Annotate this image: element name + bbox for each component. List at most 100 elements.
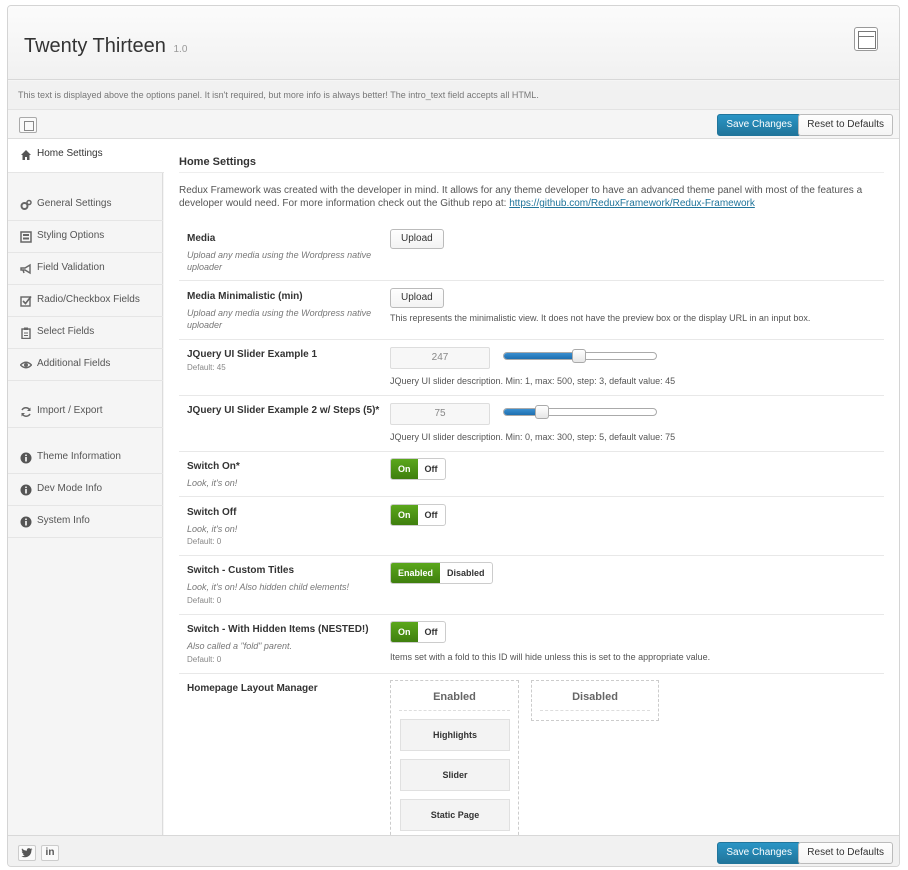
- panel-header: Twenty Thirteen 1.0: [8, 6, 899, 80]
- media-min-subtitle: Upload any media using the Wordpress nat…: [187, 308, 372, 330]
- slider2-description: JQuery UI slider description. Min: 0, ma…: [390, 432, 676, 442]
- expand-icon[interactable]: [19, 117, 37, 133]
- slider1-default: Default: 45: [187, 363, 226, 372]
- sidebar-item-dev-mode-info[interactable]: Dev Mode Info: [8, 474, 163, 506]
- sidebar-item-home-settings[interactable]: Home Settings: [8, 139, 164, 173]
- layout-disabled-column: Disabled: [531, 680, 659, 721]
- divider: [179, 172, 884, 173]
- sidebar-item-label: General Settings: [37, 198, 112, 209]
- switch-off-default: Default: 0: [187, 537, 222, 546]
- sidebar-item-label: Field Validation: [37, 262, 105, 273]
- twitter-icon[interactable]: [18, 845, 36, 861]
- section-title: Home Settings: [179, 156, 257, 168]
- switch-hidden-toggle[interactable]: On Off: [390, 621, 446, 643]
- switch-custom-subtitle: Look, it's on! Also hidden child element…: [187, 582, 349, 592]
- sidebar-item-label: Radio/Checkbox Fields: [37, 294, 140, 305]
- title-text: Twenty Thirteen: [24, 35, 166, 57]
- sidebar-item-label: Dev Mode Info: [37, 483, 103, 494]
- switch-off-option[interactable]: Off: [418, 505, 445, 525]
- info-icon: [20, 452, 32, 464]
- page-title: Twenty Thirteen 1.0: [24, 35, 187, 58]
- layout-icon[interactable]: [854, 27, 878, 51]
- sidebar-item-theme-information[interactable]: Theme Information: [8, 442, 163, 474]
- divider: [179, 280, 884, 281]
- info-icon: [20, 484, 32, 496]
- sidebar-item-general-settings[interactable]: General Settings: [8, 189, 163, 221]
- reset-button-bottom[interactable]: Reset to Defaults: [798, 842, 893, 864]
- slider2-label: JQuery UI Slider Example 2 w/ Steps (5)*: [187, 405, 380, 416]
- refresh-icon: [20, 406, 32, 418]
- divider: [179, 673, 884, 674]
- media-label: Media: [187, 233, 216, 244]
- sidebar-item-radio-checkbox-fields[interactable]: Radio/Checkbox Fields: [8, 285, 163, 317]
- switch-hidden-description: Items set with a fold to this ID will hi…: [390, 652, 711, 662]
- switch-hidden-label: Switch - With Hidden Items (NESTED!): [187, 624, 369, 635]
- layout-item-static-page[interactable]: Static Page: [400, 799, 510, 831]
- github-link[interactable]: https://github.com/ReduxFramework/Redux-…: [509, 198, 755, 209]
- linkedin-icon[interactable]: in: [41, 845, 59, 861]
- switch-off-option[interactable]: Off: [418, 622, 445, 642]
- switch-enabled-option[interactable]: Enabled: [391, 563, 441, 583]
- sidebar-item-label: Select Fields: [37, 326, 95, 337]
- enabled-column-title: Enabled: [399, 681, 510, 711]
- switch-off-label: Switch Off: [187, 507, 237, 518]
- switch-on-label: Switch On*: [187, 461, 240, 472]
- sidebar-item-styling-options[interactable]: Styling Options: [8, 221, 163, 253]
- sidebar: Home Settings General Settings Styling O…: [8, 139, 164, 835]
- panel-footer: in Save Changes Reset to Defaults: [8, 835, 899, 866]
- sidebar-item-system-info[interactable]: System Info: [8, 506, 163, 538]
- slider2-track[interactable]: [503, 405, 657, 419]
- switch-custom-toggle[interactable]: Enabled Disabled: [390, 562, 493, 584]
- sidebar-item-additional-fields[interactable]: Additional Fields: [8, 349, 163, 381]
- switch-on-option[interactable]: On: [391, 459, 418, 479]
- save-button-top[interactable]: Save Changes: [717, 114, 801, 136]
- slider1-input[interactable]: 247: [390, 347, 490, 369]
- divider: [179, 496, 884, 497]
- slider1-track[interactable]: [503, 349, 657, 363]
- sidebar-item-label: Styling Options: [37, 230, 105, 241]
- reset-button-top[interactable]: Reset to Defaults: [798, 114, 893, 136]
- top-toolbar: Save Changes Reset to Defaults: [8, 111, 899, 139]
- divider: [179, 555, 884, 556]
- switch-on-toggle[interactable]: On Off: [390, 458, 446, 480]
- sidebar-item-import-export[interactable]: Import / Export: [8, 396, 163, 428]
- sidebar-item-label: Home Settings: [37, 148, 103, 159]
- sidebar-item-label: Theme Information: [37, 451, 121, 462]
- switch-off-toggle[interactable]: On Off: [390, 504, 446, 526]
- media-min-label: Media Minimalistic (min): [187, 291, 303, 302]
- checkbox-icon: [20, 295, 32, 307]
- media-subtitle: Upload any media using the Wordpress nat…: [187, 250, 372, 272]
- save-button-bottom[interactable]: Save Changes: [717, 842, 801, 864]
- switch-on-subtitle: Look, it's on!: [187, 478, 238, 488]
- switch-off-option[interactable]: Off: [418, 459, 445, 479]
- switch-disabled-option[interactable]: Disabled: [440, 563, 492, 583]
- media-upload-button[interactable]: Upload: [390, 229, 444, 249]
- slider2-input[interactable]: 75: [390, 403, 490, 425]
- slider2-handle[interactable]: [535, 405, 549, 419]
- switch-custom-default: Default: 0: [187, 596, 222, 605]
- section-description: Redux Framework was created with the dev…: [179, 184, 879, 210]
- slider1-label: JQuery UI Slider Example 1: [187, 349, 318, 360]
- intro-text: This text is displayed above the options…: [8, 81, 899, 110]
- layout-item-highlights[interactable]: Highlights: [400, 719, 510, 751]
- switch-off-subtitle: Look, it's on!: [187, 524, 238, 534]
- slider1-handle[interactable]: [572, 349, 586, 363]
- sidebar-item-field-validation[interactable]: Field Validation: [8, 253, 163, 285]
- cogs-icon: [20, 199, 32, 211]
- switch-on-option[interactable]: On: [391, 622, 418, 642]
- home-icon: [20, 149, 32, 161]
- media-min-upload-button[interactable]: Upload: [390, 288, 444, 308]
- switch-custom-label: Switch - Custom Titles: [187, 565, 295, 576]
- options-panel: Twenty Thirteen 1.0 This text is display…: [7, 5, 900, 867]
- layout-item-slider[interactable]: Slider: [400, 759, 510, 791]
- sidebar-item-select-fields[interactable]: Select Fields: [8, 317, 163, 349]
- switch-on-option[interactable]: On: [391, 505, 418, 525]
- switch-hidden-subtitle: Also called a "fold" parent.: [187, 641, 292, 651]
- divider: [179, 339, 884, 340]
- media-min-description: This represents the minimalistic view. I…: [390, 313, 811, 323]
- styling-icon: [20, 231, 32, 243]
- slider1-description: JQuery UI slider description. Min: 1, ma…: [390, 376, 676, 386]
- clipboard-icon: [20, 327, 32, 340]
- version-label: 1.0: [173, 44, 188, 55]
- divider: [179, 395, 884, 396]
